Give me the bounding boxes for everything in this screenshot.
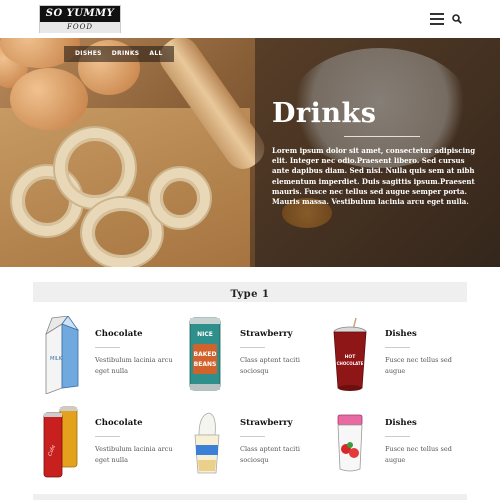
hero-divider [344,136,420,137]
product-name[interactable]: Strawberry [240,329,293,339]
product-name[interactable]: Strawberry [240,418,293,428]
product-card[interactable]: Cola Chocolate Vestibulum lacinia arcu e… [40,405,180,485]
product-card[interactable]: Dishes Fusce nec tellus sed augue [330,405,470,485]
product-card[interactable]: Strawberry Class aptent taciti sociosqu [185,405,325,485]
search-icon[interactable] [452,14,462,24]
list-menu-icon[interactable] [430,13,444,25]
section-header: Type 1 [33,282,467,302]
soda-cans-image: Cola [43,406,78,478]
svg-text:CHOCOLATE: CHOCOLATE [337,361,364,366]
pasta-nest-image [150,168,210,228]
tab-dishes[interactable]: DISHES [70,46,107,62]
tab-drinks[interactable]: DRINKS [107,46,145,62]
site-logo[interactable]: SO YUMMY FOOD [39,5,121,33]
svg-text:MILK: MILK [50,356,63,362]
pasta-nest-image [55,128,135,208]
egg-image [10,68,88,130]
hero-banner: DISHES DRINKS ALL Drinks Lorem ipsum dol… [0,38,500,267]
product-card[interactable]: NICE BAKED BEANS Strawberry Class aptent… [185,316,325,396]
logo-line-2: FOOD [40,22,120,33]
hot-chocolate-cup-image: HOT CHOCOLATE [333,317,367,391]
product-description: Fusce nec tellus sed augue [385,356,452,375]
svg-text:HOT: HOT [345,354,357,360]
product-description: Vestibulum lacinia arcu eget nulla [95,356,173,375]
logo-line-1: SO YUMMY [40,6,120,22]
milk-carton-image: MILK [45,316,80,394]
site-header: SO YUMMY FOOD [0,0,500,38]
product-card[interactable]: MILK Chocolate Vestibulum lacinia arcu e… [40,316,180,396]
product-divider [95,347,120,348]
strawberry-jar-image [337,414,363,472]
product-divider [240,347,265,348]
filter-tabs: DISHES DRINKS ALL [64,46,174,62]
product-name[interactable]: Chocolate [95,329,143,339]
section-title: Type 1 [230,289,270,300]
next-section-bar [33,494,467,500]
product-name[interactable]: Dishes [385,329,417,339]
pasta-nest-image [82,198,162,267]
product-card[interactable]: HOT CHOCOLATE Dishes Fusce nec tellus se… [330,316,470,396]
product-description: Fusce nec tellus sed augue [385,445,452,464]
tab-all[interactable]: ALL [144,46,167,62]
product-divider [95,436,120,437]
product-divider [385,347,410,348]
product-divider [385,436,410,437]
svg-text:BAKED: BAKED [194,351,217,358]
hero-title: Drinks [272,98,377,129]
hero-description: Lorem ipsum dolor sit amet, consectetur … [272,146,476,207]
product-description: Class aptent taciti sociosqu [240,445,300,464]
svg-text:NICE: NICE [197,331,213,338]
product-name[interactable]: Dishes [385,418,417,428]
product-name[interactable]: Chocolate [95,418,143,428]
product-divider [240,436,265,437]
product-description: Class aptent taciti sociosqu [240,356,300,375]
ice-cream-cup-image [194,412,220,474]
baked-beans-can-image: NICE BAKED BEANS [189,317,221,391]
svg-text:BEANS: BEANS [194,361,217,368]
product-description: Vestibulum lacinia arcu eget nulla [95,445,173,464]
